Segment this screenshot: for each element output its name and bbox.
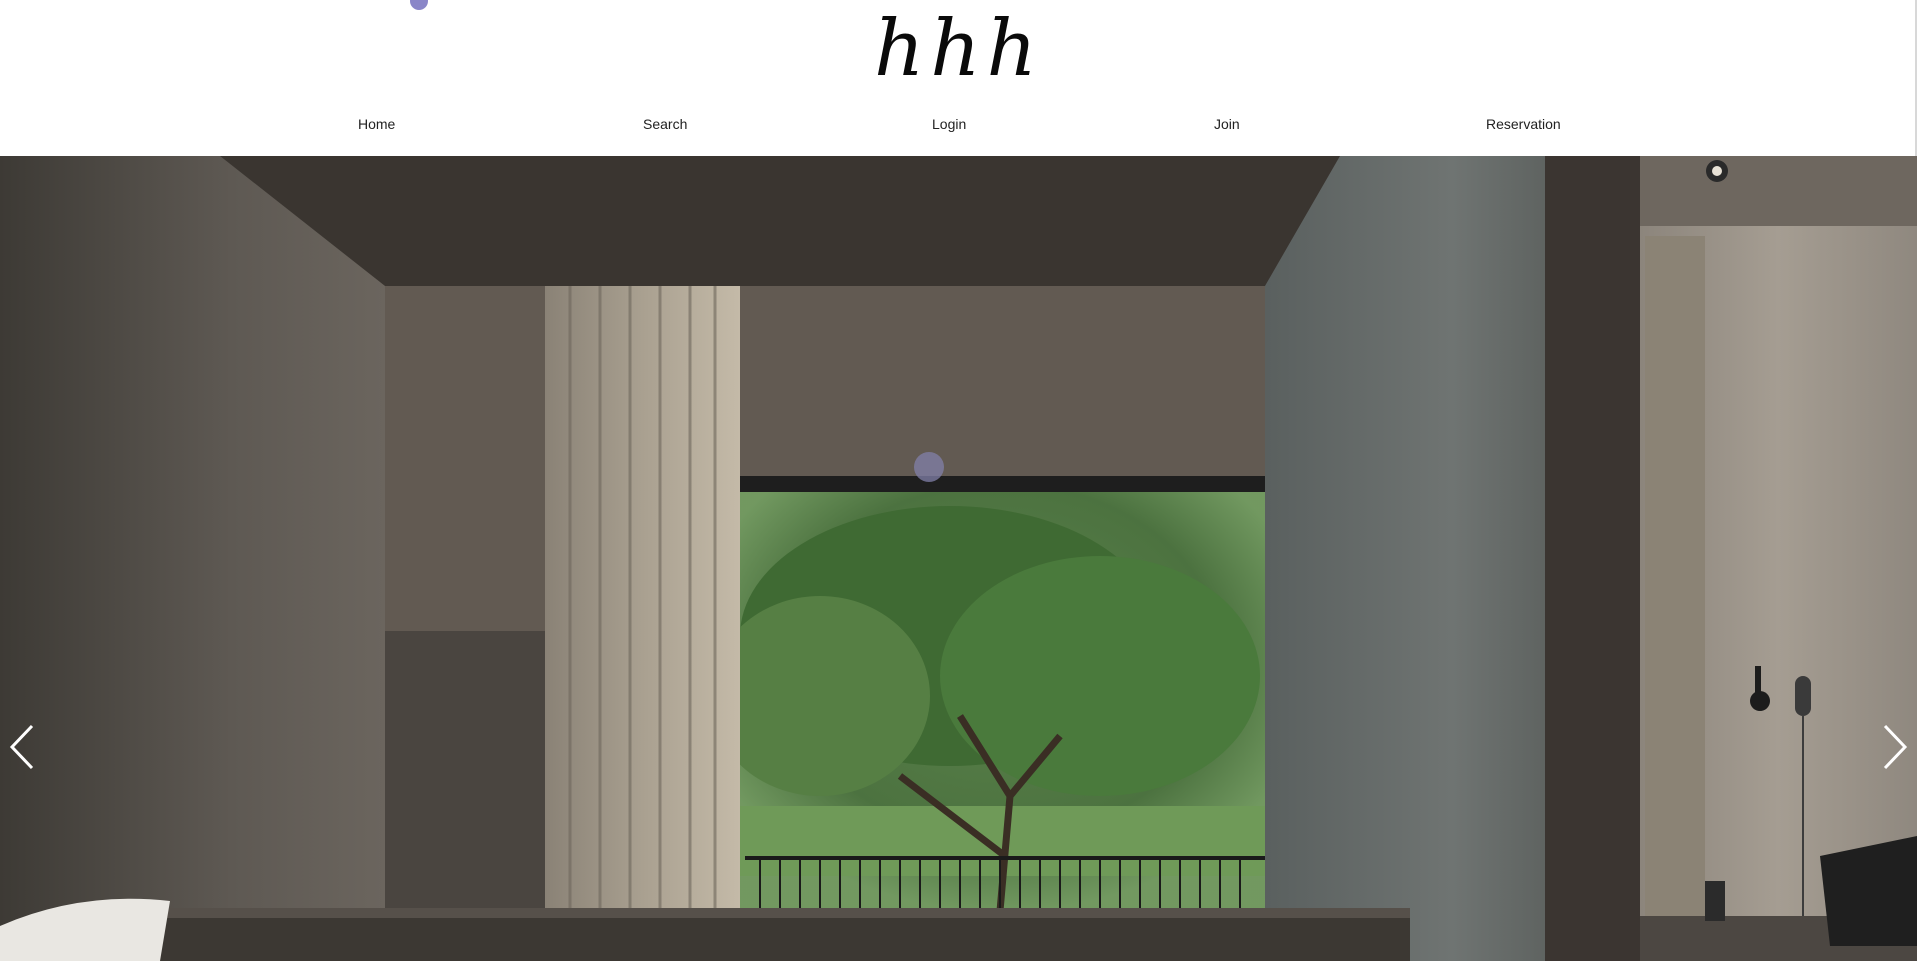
nav-home[interactable]: Home — [358, 112, 395, 136]
chevron-right-icon — [1883, 724, 1908, 770]
hero-slider — [0, 156, 1917, 961]
slider-prev-button[interactable] — [2, 722, 42, 772]
site-header: hhh Home Search Login Join Reservation — [0, 0, 1917, 156]
cursor-highlight — [914, 452, 944, 482]
chevron-left-icon — [9, 724, 34, 770]
nav-login[interactable]: Login — [932, 112, 966, 136]
nav-reservation[interactable]: Reservation — [1486, 112, 1561, 136]
slider-next-button[interactable] — [1875, 722, 1915, 772]
hero-image — [0, 156, 1917, 961]
nav-search[interactable]: Search — [643, 112, 687, 136]
site-logo[interactable]: hhh — [0, 4, 1917, 94]
nav-join[interactable]: Join — [1214, 112, 1240, 136]
main-nav: Home Search Login Join Reservation — [0, 112, 1917, 136]
